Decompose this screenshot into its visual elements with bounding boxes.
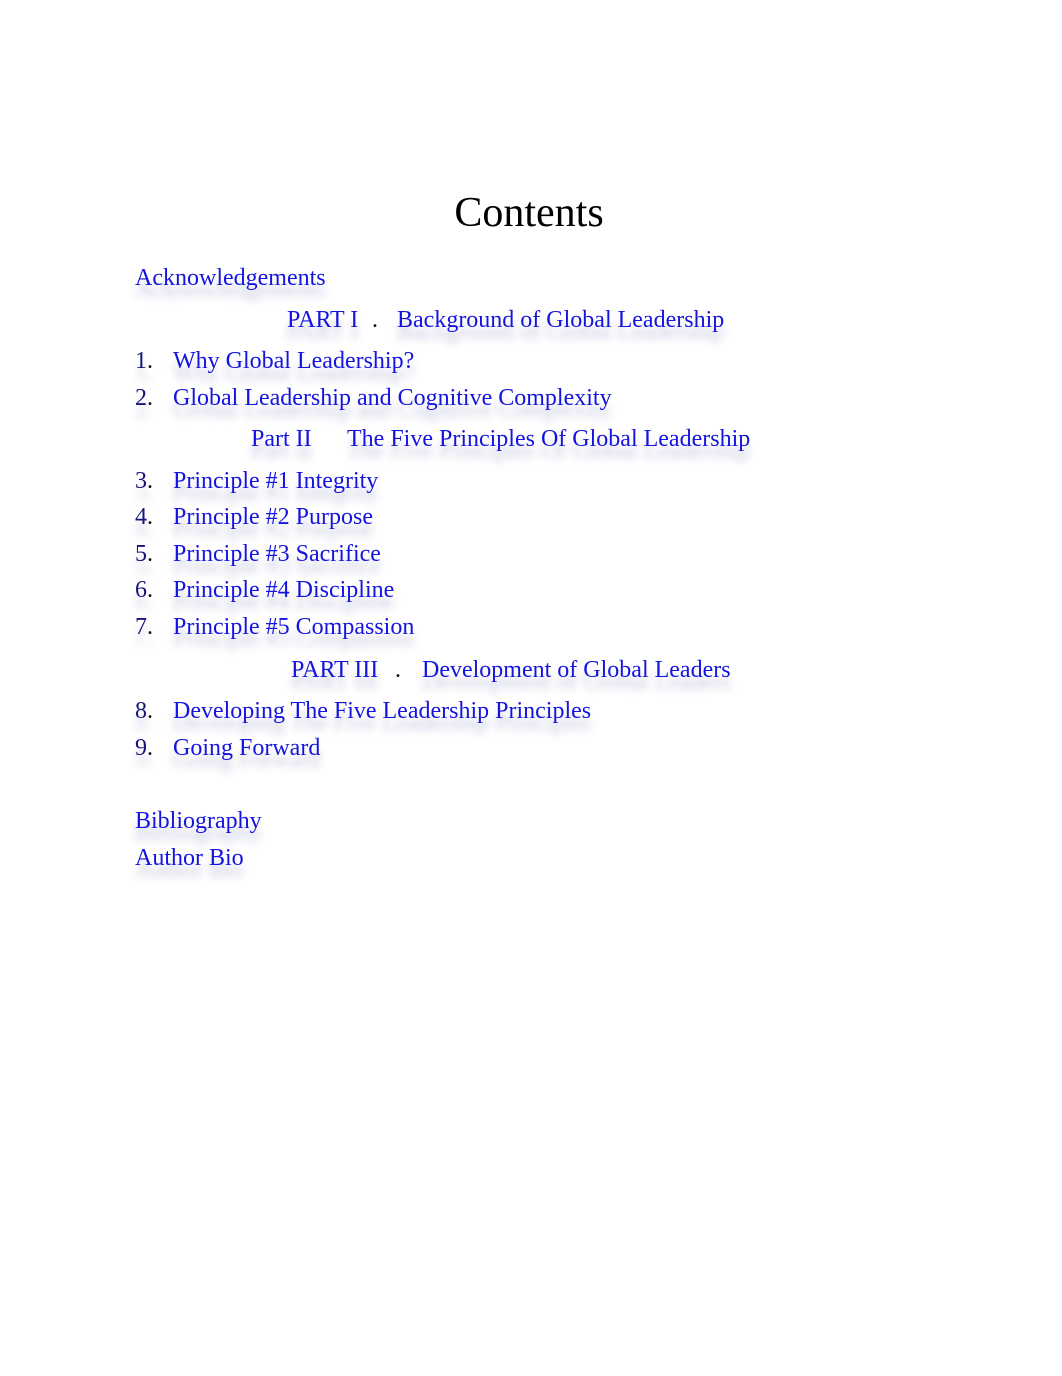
chapter-title[interactable]: Developing The Five Leadership Principle… <box>173 696 591 726</box>
chapter-title[interactable]: Principle #3 Sacrifice <box>173 539 381 569</box>
chapter-number: 8. <box>135 698 153 724</box>
part-title[interactable]: Development of Global Leaders <box>422 655 731 685</box>
chapter-number: 4. <box>135 504 153 530</box>
toc-link-acknowledgements[interactable]: Acknowledgements <box>135 263 326 293</box>
chapter-number: 9. <box>135 735 153 761</box>
chapter-number: 7. <box>135 614 153 640</box>
part-label[interactable]: PART III <box>291 655 378 685</box>
chapter-title[interactable]: Global Leadership and Cognitive Complexi… <box>173 383 612 413</box>
chapter-title[interactable]: Principle #1 Integrity <box>173 466 378 496</box>
page-title: Contents <box>454 190 604 236</box>
chapter-title[interactable]: Principle #5 Compassion <box>173 612 414 642</box>
chapter-title[interactable]: Why Global Leadership? <box>173 346 414 376</box>
chapter-title[interactable]: Going Forward <box>173 733 320 763</box>
part-title[interactable]: Background of Global Leadership <box>397 305 724 335</box>
toc-link-author-bio[interactable]: Author Bio <box>135 843 244 873</box>
chapter-title[interactable]: Principle #4 Discipline <box>173 575 394 605</box>
chapter-number: 2. <box>135 385 153 411</box>
part-title[interactable]: The Five Principles Of Global Leadership <box>347 424 750 454</box>
chapter-number: 1. <box>135 348 153 374</box>
chapter-number: 5. <box>135 541 153 567</box>
toc-link-bibliography[interactable]: Bibliography <box>135 806 262 836</box>
part-separator: . <box>372 307 378 333</box>
chapter-number: 6. <box>135 577 153 603</box>
part-separator: . <box>395 657 401 683</box>
chapter-number: 3. <box>135 468 153 494</box>
chapter-title[interactable]: Principle #2 Purpose <box>173 502 373 532</box>
part-label[interactable]: PART I <box>287 305 358 335</box>
part-label[interactable]: Part II <box>251 424 312 454</box>
